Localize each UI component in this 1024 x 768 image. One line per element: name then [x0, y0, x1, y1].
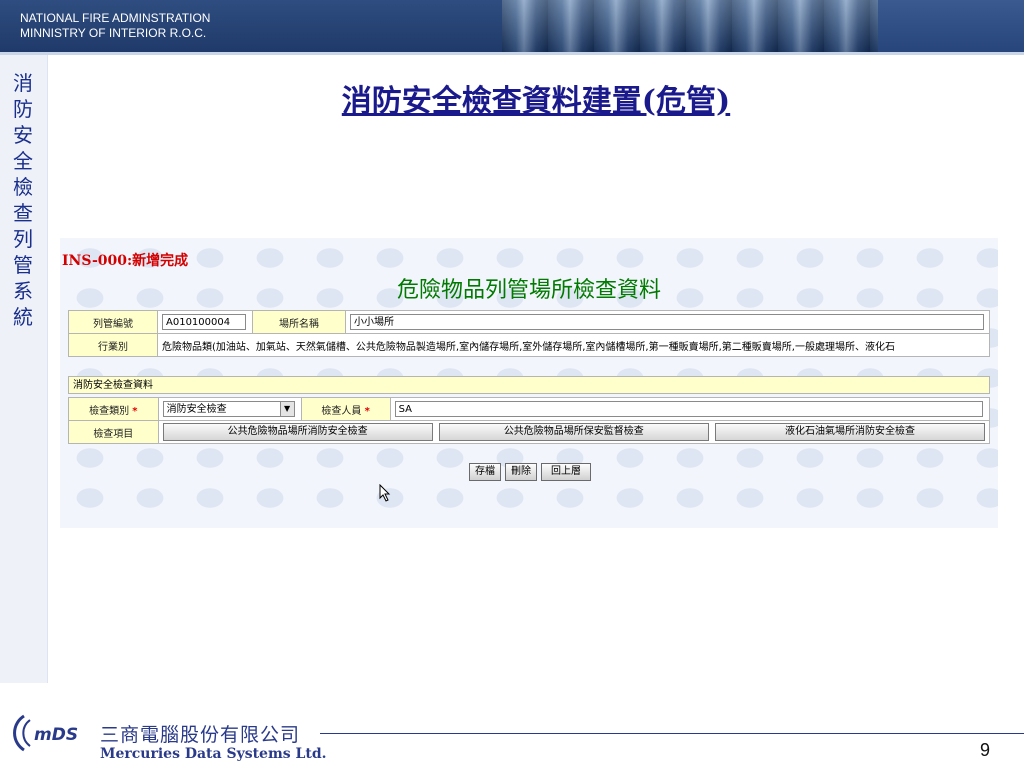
inspection-type-select[interactable]: 消防安全檢查 ▼ [162, 401, 295, 417]
footer-divider [320, 733, 1024, 734]
sidebar-system-title: 消防安全檢查列管系統 [13, 71, 33, 329]
inspection-type-label: 檢查類別 [89, 405, 130, 417]
slide-title: 消防安全檢查資料建置(危管) [341, 84, 731, 119]
logo-text: mDS [34, 725, 78, 745]
basic-info-table: 列管編號 A010100004 場所名稱 小小場所 行業別 危險物品類(加油站、… [68, 310, 990, 357]
mouse-pointer-icon [379, 484, 391, 502]
inspector-label: 檢查人員 [321, 405, 362, 417]
status-message: INS-000:新增完成 [62, 253, 189, 269]
header-banner: NATIONAL FIRE ADMINSTRATION MINNISTRY OF… [0, 0, 1024, 52]
org-line-2: MINNISTRY OF INTERIOR R.O.C. [20, 26, 207, 40]
control-no-label: 列管編號 [68, 310, 158, 334]
table-row: 檢查類別 * 消防安全檢查 ▼ 檢查人員 * SA [68, 397, 991, 421]
place-name-label: 場所名稱 [252, 310, 346, 334]
place-name-field[interactable]: 小小場所 [350, 314, 984, 330]
industry-value: 危險物品類(加油站、加氣站、天然氣儲槽、公共危險物品製造場所,室內儲存場所,室外… [157, 333, 990, 357]
company-name-chinese: 三商電腦股份有限公司 [100, 724, 301, 746]
banner-right-panel [878, 0, 1024, 52]
company-name-english: Mercuries Data Systems Ltd. [100, 746, 327, 762]
section-title: 消防安全檢查資料 [68, 376, 990, 394]
inspection-type-value: 消防安全檢查 [166, 404, 227, 415]
save-button[interactable]: 存檔 [469, 463, 501, 481]
back-button[interactable]: 回上層 [541, 463, 591, 481]
form-heading: 危險物品列管場所檢查資料 [396, 278, 661, 303]
item-button-public-hazard-fire-safety[interactable]: 公共危險物品場所消防安全檢查 [162, 423, 433, 441]
slide-title-container: 消防安全檢查資料建置(危管) [48, 76, 1024, 120]
item-button-public-hazard-security[interactable]: 公共危險物品場所保安監督檢查 [438, 423, 709, 441]
page-number: 9 [980, 740, 991, 760]
banner-divider [0, 52, 1024, 55]
table-row: 列管編號 A010100004 場所名稱 小小場所 [68, 310, 990, 334]
table-row: 檢查項目 公共危險物品場所消防安全檢查 公共危險物品場所保安監督檢查 液化石油氣… [68, 420, 991, 444]
inspector-label-cell: 檢查人員 * [300, 397, 391, 421]
org-line-1: NATIONAL FIRE ADMINSTRATION [20, 11, 211, 25]
table-row: 行業別 危險物品類(加油站、加氣站、天然氣儲槽、公共危險物品製造場所,室內儲存場… [68, 333, 990, 357]
required-mark: * [132, 405, 138, 417]
delete-button[interactable]: 刪除 [505, 463, 537, 481]
item-button-lpg-fire-safety[interactable]: 液化石油氣場所消防安全檢查 [715, 423, 985, 441]
items-label: 檢查項目 [68, 420, 159, 444]
organization-name: NATIONAL FIRE ADMINSTRATION MINNISTRY OF… [20, 11, 210, 41]
chevron-down-icon[interactable]: ▼ [279, 402, 294, 416]
industry-label: 行業別 [68, 333, 158, 357]
inspection-type-label-cell: 檢查類別 * [68, 397, 159, 421]
inspector-field[interactable]: SA [394, 401, 983, 417]
inspection-table: 檢查類別 * 消防安全檢查 ▼ 檢查人員 * SA 檢查項目 公共危險物品場所消… [68, 397, 991, 444]
required-mark: * [364, 405, 370, 417]
mds-logo-icon: mDS [13, 714, 78, 752]
firefighter-photo [502, 0, 878, 52]
control-no-field[interactable]: A010100004 [162, 314, 246, 330]
